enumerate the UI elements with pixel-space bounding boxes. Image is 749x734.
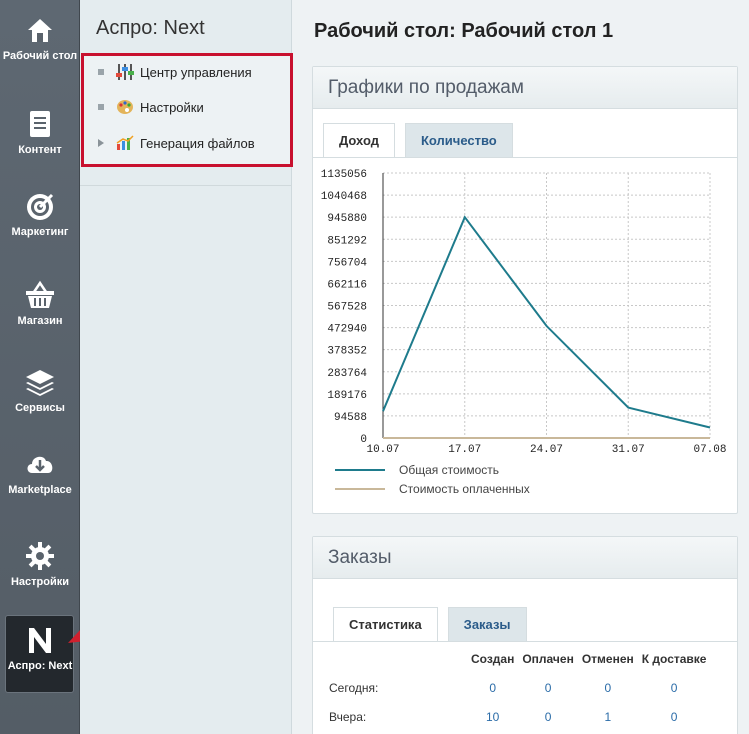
sidebar-item-label: Контент bbox=[18, 144, 62, 156]
cell-link[interactable]: 0 bbox=[467, 673, 518, 702]
tab-quantity[interactable]: Количество bbox=[404, 123, 513, 157]
y-tick-label: 945880 bbox=[327, 213, 367, 225]
sidebar-item-desktop[interactable]: Рабочий стол bbox=[0, 14, 80, 63]
sidebar-item-label: Маркетинг bbox=[11, 226, 69, 238]
orders-tabs: Статистика Заказы bbox=[333, 607, 537, 641]
sidebar-item-label: Магазин bbox=[17, 315, 63, 327]
home-icon bbox=[28, 19, 52, 42]
menu-highlight-box: Центр управления Настройки Генерация фай… bbox=[81, 53, 293, 167]
secondary-menu-panel: Аспро: Next Центр управления Настройки Г… bbox=[80, 0, 293, 734]
menu-item-settings[interactable]: Настройки bbox=[98, 97, 204, 117]
column-header: Отменен bbox=[581, 652, 634, 666]
document-icon bbox=[30, 111, 50, 137]
column-header: Оплачен bbox=[522, 652, 574, 666]
y-tick-label: 662116 bbox=[327, 279, 367, 291]
legend-item-total: Общая стоимость bbox=[335, 463, 499, 477]
menu-item-label: Генерация файлов bbox=[140, 135, 255, 151]
tab-statistics[interactable]: Статистика bbox=[333, 607, 438, 641]
cell-link[interactable]: 10 bbox=[467, 702, 518, 731]
sidebar-item-services[interactable]: Сервисы bbox=[0, 366, 80, 415]
x-tick-label: 31.07 bbox=[612, 444, 645, 453]
tab-divider bbox=[313, 157, 737, 158]
expand-arrow-icon[interactable] bbox=[98, 139, 104, 147]
bullet-icon bbox=[98, 104, 104, 110]
x-tick-label: 07.08 bbox=[693, 444, 726, 453]
chart-icon bbox=[116, 135, 134, 150]
menu-item-file-generation[interactable]: Генерация файлов bbox=[98, 133, 255, 153]
page-title: Рабочий стол: Рабочий стол 1 bbox=[314, 20, 614, 42]
menu-item-label: Центр управления bbox=[140, 64, 252, 80]
sidebar-item-label: Рабочий стол bbox=[2, 50, 78, 62]
y-tick-label: 94588 bbox=[334, 412, 367, 424]
menu-item-control-center[interactable]: Центр управления bbox=[98, 62, 252, 82]
target-icon bbox=[27, 193, 54, 220]
y-tick-label: 189176 bbox=[327, 390, 367, 402]
sidebar-item-content[interactable]: Контент bbox=[0, 108, 80, 157]
y-tick-label: 756704 bbox=[327, 257, 367, 269]
row-label: Сегодня: bbox=[329, 680, 379, 695]
table-row: Сегодня: 0 0 0 0 bbox=[327, 673, 710, 702]
column-header: К доставке bbox=[641, 652, 707, 666]
cell-link[interactable]: 0 bbox=[638, 673, 711, 702]
orders-card-title: Заказы bbox=[313, 537, 737, 579]
palette-icon bbox=[117, 100, 133, 114]
sidebar-item-marketplace[interactable]: Marketplace bbox=[0, 448, 80, 497]
y-tick-label: 378352 bbox=[327, 346, 367, 358]
orders-stats-table: Создан Оплачен Отменен К доставке Сегодн… bbox=[327, 645, 710, 731]
y-tick-label: 851292 bbox=[327, 235, 367, 247]
legend-swatch bbox=[335, 469, 385, 471]
tab-income[interactable]: Доход bbox=[323, 123, 395, 157]
sidebar-item-label: Аспро: Next bbox=[7, 660, 73, 672]
menu-divider bbox=[80, 185, 292, 186]
table-header-row: Создан Оплачен Отменен К доставке bbox=[327, 645, 710, 673]
menu-item-label: Настройки bbox=[140, 99, 204, 115]
sidebar-item-marketing[interactable]: Маркетинг bbox=[0, 190, 80, 239]
layers-icon bbox=[26, 370, 54, 396]
x-tick-label: 10.07 bbox=[366, 444, 399, 453]
menu-title: Аспро: Next bbox=[96, 17, 205, 39]
y-tick-label: 283764 bbox=[327, 368, 367, 380]
cell-link[interactable]: 0 bbox=[518, 702, 577, 731]
sales-tabs: Доход Количество bbox=[323, 123, 523, 157]
cell-link[interactable]: 0 bbox=[518, 673, 577, 702]
orders-card: Заказы Статистика Заказы Создан Оплачен … bbox=[312, 536, 738, 734]
y-tick-label: 1040468 bbox=[321, 191, 367, 203]
x-tick-label: 17.07 bbox=[448, 444, 481, 453]
control-center-icon bbox=[116, 64, 134, 80]
sales-charts-card: Графики по продажам Доход Количество 0 94… bbox=[312, 66, 738, 514]
bullet-icon bbox=[98, 69, 104, 75]
row-label: Вчера: bbox=[329, 709, 367, 724]
legend-swatch bbox=[335, 488, 385, 490]
sidebar-item-label: Сервисы bbox=[15, 402, 65, 414]
sidebar-item-label: Marketplace bbox=[8, 484, 72, 496]
legend-label: Общая стоимость bbox=[399, 463, 499, 477]
sidebar-item-shop[interactable]: Магазин bbox=[0, 279, 80, 328]
tab-divider bbox=[313, 641, 737, 642]
cell-link[interactable]: 0 bbox=[578, 673, 638, 702]
y-tick-label: 567528 bbox=[327, 302, 367, 314]
legend-label: Стоимость оплаченных bbox=[399, 482, 530, 496]
legend-item-paid: Стоимость оплаченных bbox=[335, 482, 530, 496]
sales-line-chart: 0945881891762837643783524729405675286621… bbox=[321, 169, 727, 453]
x-tick-label: 24.07 bbox=[530, 444, 563, 453]
sales-card-title: Графики по продажам bbox=[313, 67, 737, 109]
cell-link[interactable]: 0 bbox=[638, 702, 711, 731]
column-header: Создан bbox=[471, 652, 515, 666]
y-tick-label: 1135056 bbox=[321, 169, 367, 181]
column-header-empty bbox=[327, 645, 467, 673]
cloud-download-icon bbox=[27, 456, 53, 473]
tab-orders[interactable]: Заказы bbox=[447, 607, 527, 641]
aspro-logo-icon bbox=[29, 628, 51, 653]
sidebar-item-settings[interactable]: Настройки bbox=[0, 540, 80, 589]
y-tick-label: 472940 bbox=[327, 324, 367, 336]
gear-icon bbox=[26, 542, 54, 570]
cell-link[interactable]: 1 bbox=[578, 702, 638, 731]
basket-icon bbox=[26, 280, 54, 308]
table-row: Вчера: 10 0 1 0 bbox=[327, 702, 710, 731]
